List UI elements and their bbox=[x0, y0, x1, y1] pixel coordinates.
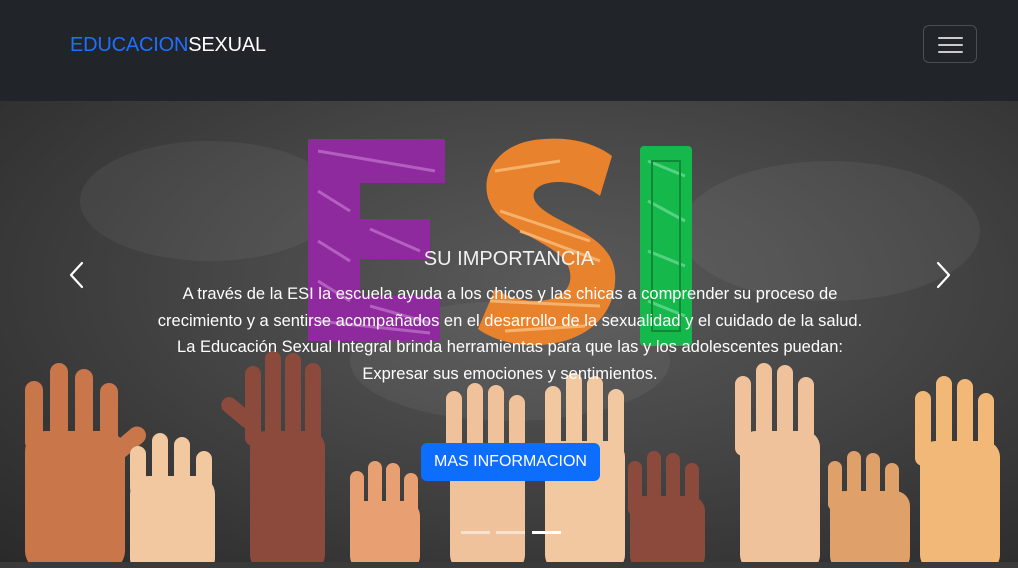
brand-part-educacion: EDUCACION bbox=[70, 34, 189, 56]
hamburger-icon-line bbox=[938, 44, 963, 46]
hamburger-icon-line bbox=[938, 51, 963, 53]
page-bottom-edge bbox=[0, 562, 1018, 568]
brand-logo[interactable]: EDUCACIONSEXUAL bbox=[70, 34, 266, 56]
more-info-button[interactable]: MAS INFORMACION bbox=[421, 443, 600, 481]
brand-part-sexual: SEXUAL bbox=[188, 34, 266, 56]
navbar: EDUCACIONSEXUAL bbox=[0, 0, 1018, 101]
hamburger-icon bbox=[938, 37, 963, 39]
carousel-indicator-active[interactable] bbox=[532, 531, 561, 534]
carousel-indicator[interactable] bbox=[461, 531, 490, 534]
carousel-indicator[interactable] bbox=[496, 531, 525, 534]
slide-description: A través de la ESI la escuela ayuda a lo… bbox=[157, 285, 863, 383]
navbar-toggler-button[interactable] bbox=[923, 25, 977, 63]
slide-title: SU IMPORTANCIA bbox=[423, 248, 595, 270]
